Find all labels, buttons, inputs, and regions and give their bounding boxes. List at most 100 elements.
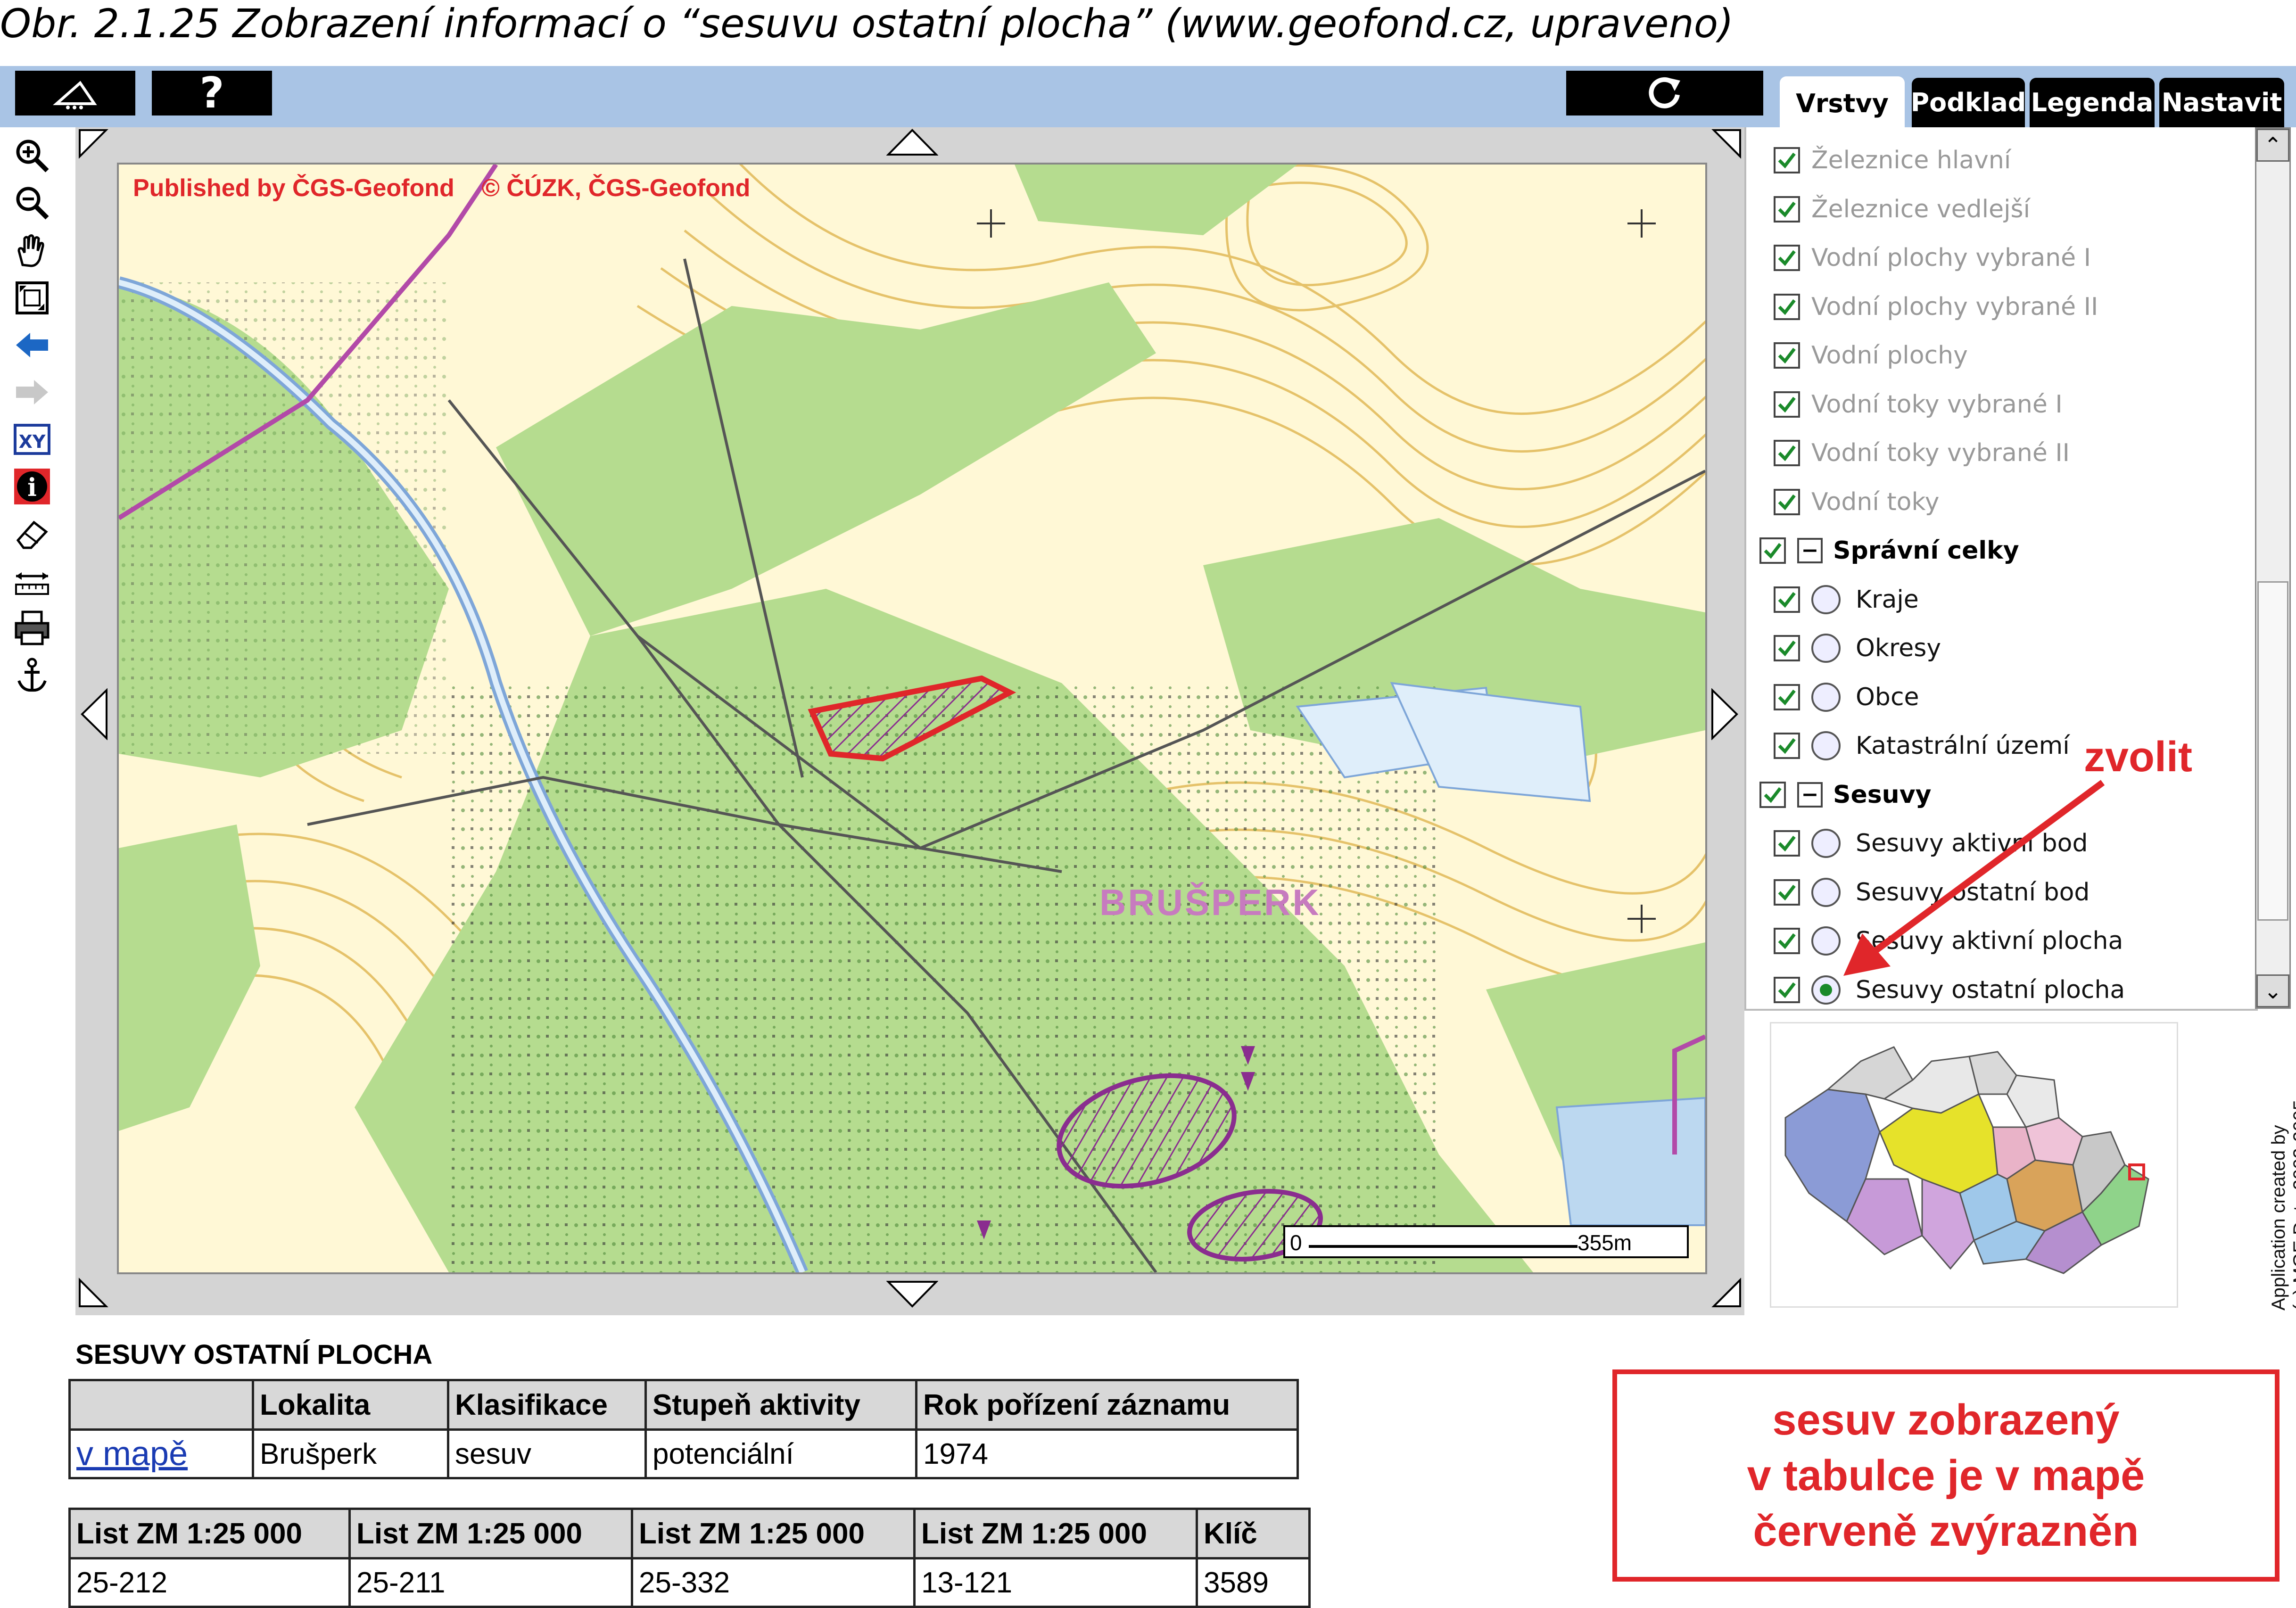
scale-bar-start: 0 bbox=[1290, 1230, 1302, 1255]
layer-checkbox[interactable] bbox=[1774, 733, 1800, 759]
scroll-thumb[interactable] bbox=[2257, 581, 2288, 921]
layer-active-radio[interactable] bbox=[1811, 731, 1841, 760]
zoom-extent-icon[interactable] bbox=[13, 279, 51, 317]
zoom-out-icon[interactable] bbox=[13, 184, 51, 222]
table-cell: sesuv bbox=[447, 1428, 647, 1479]
layer-checkbox[interactable] bbox=[1774, 635, 1800, 661]
layer-item[interactable]: Vodní plochy bbox=[1774, 332, 1968, 379]
annotation-note-line: sesuv zobrazený bbox=[1772, 1396, 2120, 1444]
layer-active-radio[interactable] bbox=[1811, 585, 1841, 614]
layer-item[interactable]: Obce bbox=[1774, 674, 1919, 721]
layer-checkbox[interactable] bbox=[1774, 440, 1800, 466]
layer-item[interactable]: Železnice vedlejší bbox=[1774, 186, 2030, 233]
app-credits: Application created by (c) MGE Data 2002… bbox=[2268, 1100, 2296, 1311]
layer-label: Katastrální území bbox=[1856, 732, 2070, 760]
checkmark-icon bbox=[1778, 347, 1796, 364]
figure-caption: Obr. 2.1.25 Zobrazení informací o “sesuv… bbox=[0, 0, 1734, 47]
layer-item[interactable]: Vodní toky vybrané I bbox=[1774, 381, 2063, 428]
layer-checkbox[interactable] bbox=[1774, 342, 1800, 369]
measure-icon[interactable] bbox=[13, 562, 51, 600]
layer-checkbox[interactable] bbox=[1759, 781, 1786, 808]
pan-south-icon[interactable] bbox=[886, 1280, 938, 1308]
layer-item[interactable]: Vodní toky bbox=[1774, 478, 1940, 526]
layer-checkbox[interactable] bbox=[1774, 684, 1800, 710]
table-cell: 25-211 bbox=[348, 1557, 633, 1608]
pan-hand-icon[interactable] bbox=[13, 232, 51, 270]
layer-item[interactable]: Vodní plochy vybrané II bbox=[1774, 283, 2098, 330]
checkmark-icon bbox=[1778, 982, 1796, 998]
layer-checkbox[interactable] bbox=[1774, 879, 1800, 906]
layer-label: Vodní toky vybrané II bbox=[1811, 439, 2070, 467]
layer-active-radio[interactable] bbox=[1811, 634, 1841, 663]
layer-checkbox[interactable] bbox=[1774, 147, 1800, 173]
eraser-icon[interactable] bbox=[13, 515, 51, 552]
scale-bar: 0 355m bbox=[1283, 1225, 1689, 1258]
layer-checkbox[interactable] bbox=[1774, 391, 1800, 418]
info-icon[interactable]: i bbox=[13, 468, 51, 505]
pan-southeast-icon[interactable] bbox=[1709, 1275, 1742, 1308]
pan-northeast-icon[interactable] bbox=[1709, 128, 1742, 161]
layer-label: Železnice hlavní bbox=[1811, 146, 2011, 174]
layer-checkbox[interactable] bbox=[1774, 245, 1800, 271]
scale-bar-line bbox=[1309, 1245, 1577, 1248]
checkmark-icon bbox=[1778, 201, 1796, 217]
layer-checkbox[interactable] bbox=[1774, 976, 1800, 1003]
tab-vrstvy[interactable]: Vrstvy bbox=[1780, 76, 1905, 131]
layer-checkbox[interactable] bbox=[1774, 586, 1800, 613]
map-sheets-table: List ZM 1:25 000 List ZM 1:25 000 List Z… bbox=[68, 1508, 1311, 1608]
zoom-in-icon[interactable] bbox=[13, 137, 51, 174]
logo-button[interactable] bbox=[15, 71, 135, 115]
refresh-button[interactable] bbox=[1566, 71, 1763, 115]
tab-legenda[interactable]: Legenda bbox=[2030, 78, 2155, 127]
back-arrow-icon[interactable] bbox=[13, 326, 51, 364]
layer-checkbox[interactable] bbox=[1774, 293, 1800, 320]
collapse-group-icon[interactable]: − bbox=[1797, 782, 1823, 808]
pan-northwest-icon[interactable] bbox=[78, 128, 111, 161]
overview-map[interactable] bbox=[1770, 1022, 2178, 1308]
checkmark-icon bbox=[1778, 738, 1796, 754]
layer-item[interactable]: Katastrální území bbox=[1774, 722, 2070, 769]
table-header-cell: Lokalita bbox=[252, 1379, 449, 1431]
annotation-note-box: sesuv zobrazený v tabulce je v mapě červ… bbox=[1612, 1369, 2279, 1582]
layer-active-radio[interactable] bbox=[1811, 682, 1841, 712]
layer-item[interactable]: Železnice hlavní bbox=[1774, 137, 2011, 184]
anchor-icon[interactable] bbox=[13, 656, 51, 694]
scroll-up-icon[interactable]: ⌃ bbox=[2256, 129, 2289, 162]
layer-item[interactable]: Okresy bbox=[1774, 625, 1941, 672]
layer-checkbox[interactable] bbox=[1774, 488, 1800, 515]
table-row: v mapě Brušperk sesuv potenciální 1974 bbox=[68, 1428, 1299, 1479]
help-button[interactable]: ? bbox=[152, 68, 272, 118]
layer-checkbox[interactable] bbox=[1774, 928, 1800, 954]
table-header-row: List ZM 1:25 000 List ZM 1:25 000 List Z… bbox=[68, 1508, 1311, 1559]
pan-southwest-icon[interactable] bbox=[78, 1275, 111, 1308]
map-canvas[interactable]: Published by ČGS-Geofond © ČÚZK, ČGS-Geo… bbox=[117, 163, 1707, 1274]
layer-checkbox[interactable] bbox=[1759, 537, 1786, 564]
pan-east-icon[interactable] bbox=[1710, 688, 1739, 740]
pan-north-icon[interactable] bbox=[886, 128, 938, 157]
checkmark-icon bbox=[1778, 445, 1796, 462]
layer-item[interactable]: − Správní celky bbox=[1759, 527, 2019, 574]
layer-item[interactable]: Vodní plochy vybrané I bbox=[1774, 234, 2091, 281]
geo-logo-icon bbox=[52, 81, 97, 109]
table-cell: Brušperk bbox=[252, 1428, 449, 1479]
layer-item[interactable]: Kraje bbox=[1774, 576, 1919, 623]
layer-scrollbar[interactable]: ⌃ ⌄ bbox=[2255, 127, 2291, 1009]
forward-arrow-icon[interactable] bbox=[13, 373, 51, 411]
table-cell: v mapě bbox=[68, 1428, 254, 1479]
layer-checkbox[interactable] bbox=[1774, 196, 1800, 223]
layer-checkbox[interactable] bbox=[1774, 830, 1800, 857]
table-header-cell bbox=[68, 1379, 254, 1431]
table-header-cell: List ZM 1:25 000 bbox=[68, 1508, 351, 1559]
table-header-cell: List ZM 1:25 000 bbox=[631, 1508, 916, 1559]
checkmark-icon bbox=[1778, 396, 1796, 412]
xy-coordinates-icon[interactable]: XY bbox=[13, 421, 51, 458]
scroll-down-icon[interactable]: ⌄ bbox=[2256, 974, 2289, 1007]
pan-west-icon[interactable] bbox=[80, 688, 108, 740]
annotation-arrow bbox=[1843, 780, 2105, 976]
collapse-group-icon[interactable]: − bbox=[1797, 538, 1823, 563]
show-in-map-link[interactable]: v mapě bbox=[76, 1435, 188, 1473]
tab-nastavit[interactable]: Nastavit bbox=[2159, 78, 2284, 127]
tab-podklad[interactable]: Podklad bbox=[1911, 78, 2026, 127]
layer-item[interactable]: Vodní toky vybrané II bbox=[1774, 429, 2070, 477]
print-icon[interactable] bbox=[13, 609, 51, 647]
